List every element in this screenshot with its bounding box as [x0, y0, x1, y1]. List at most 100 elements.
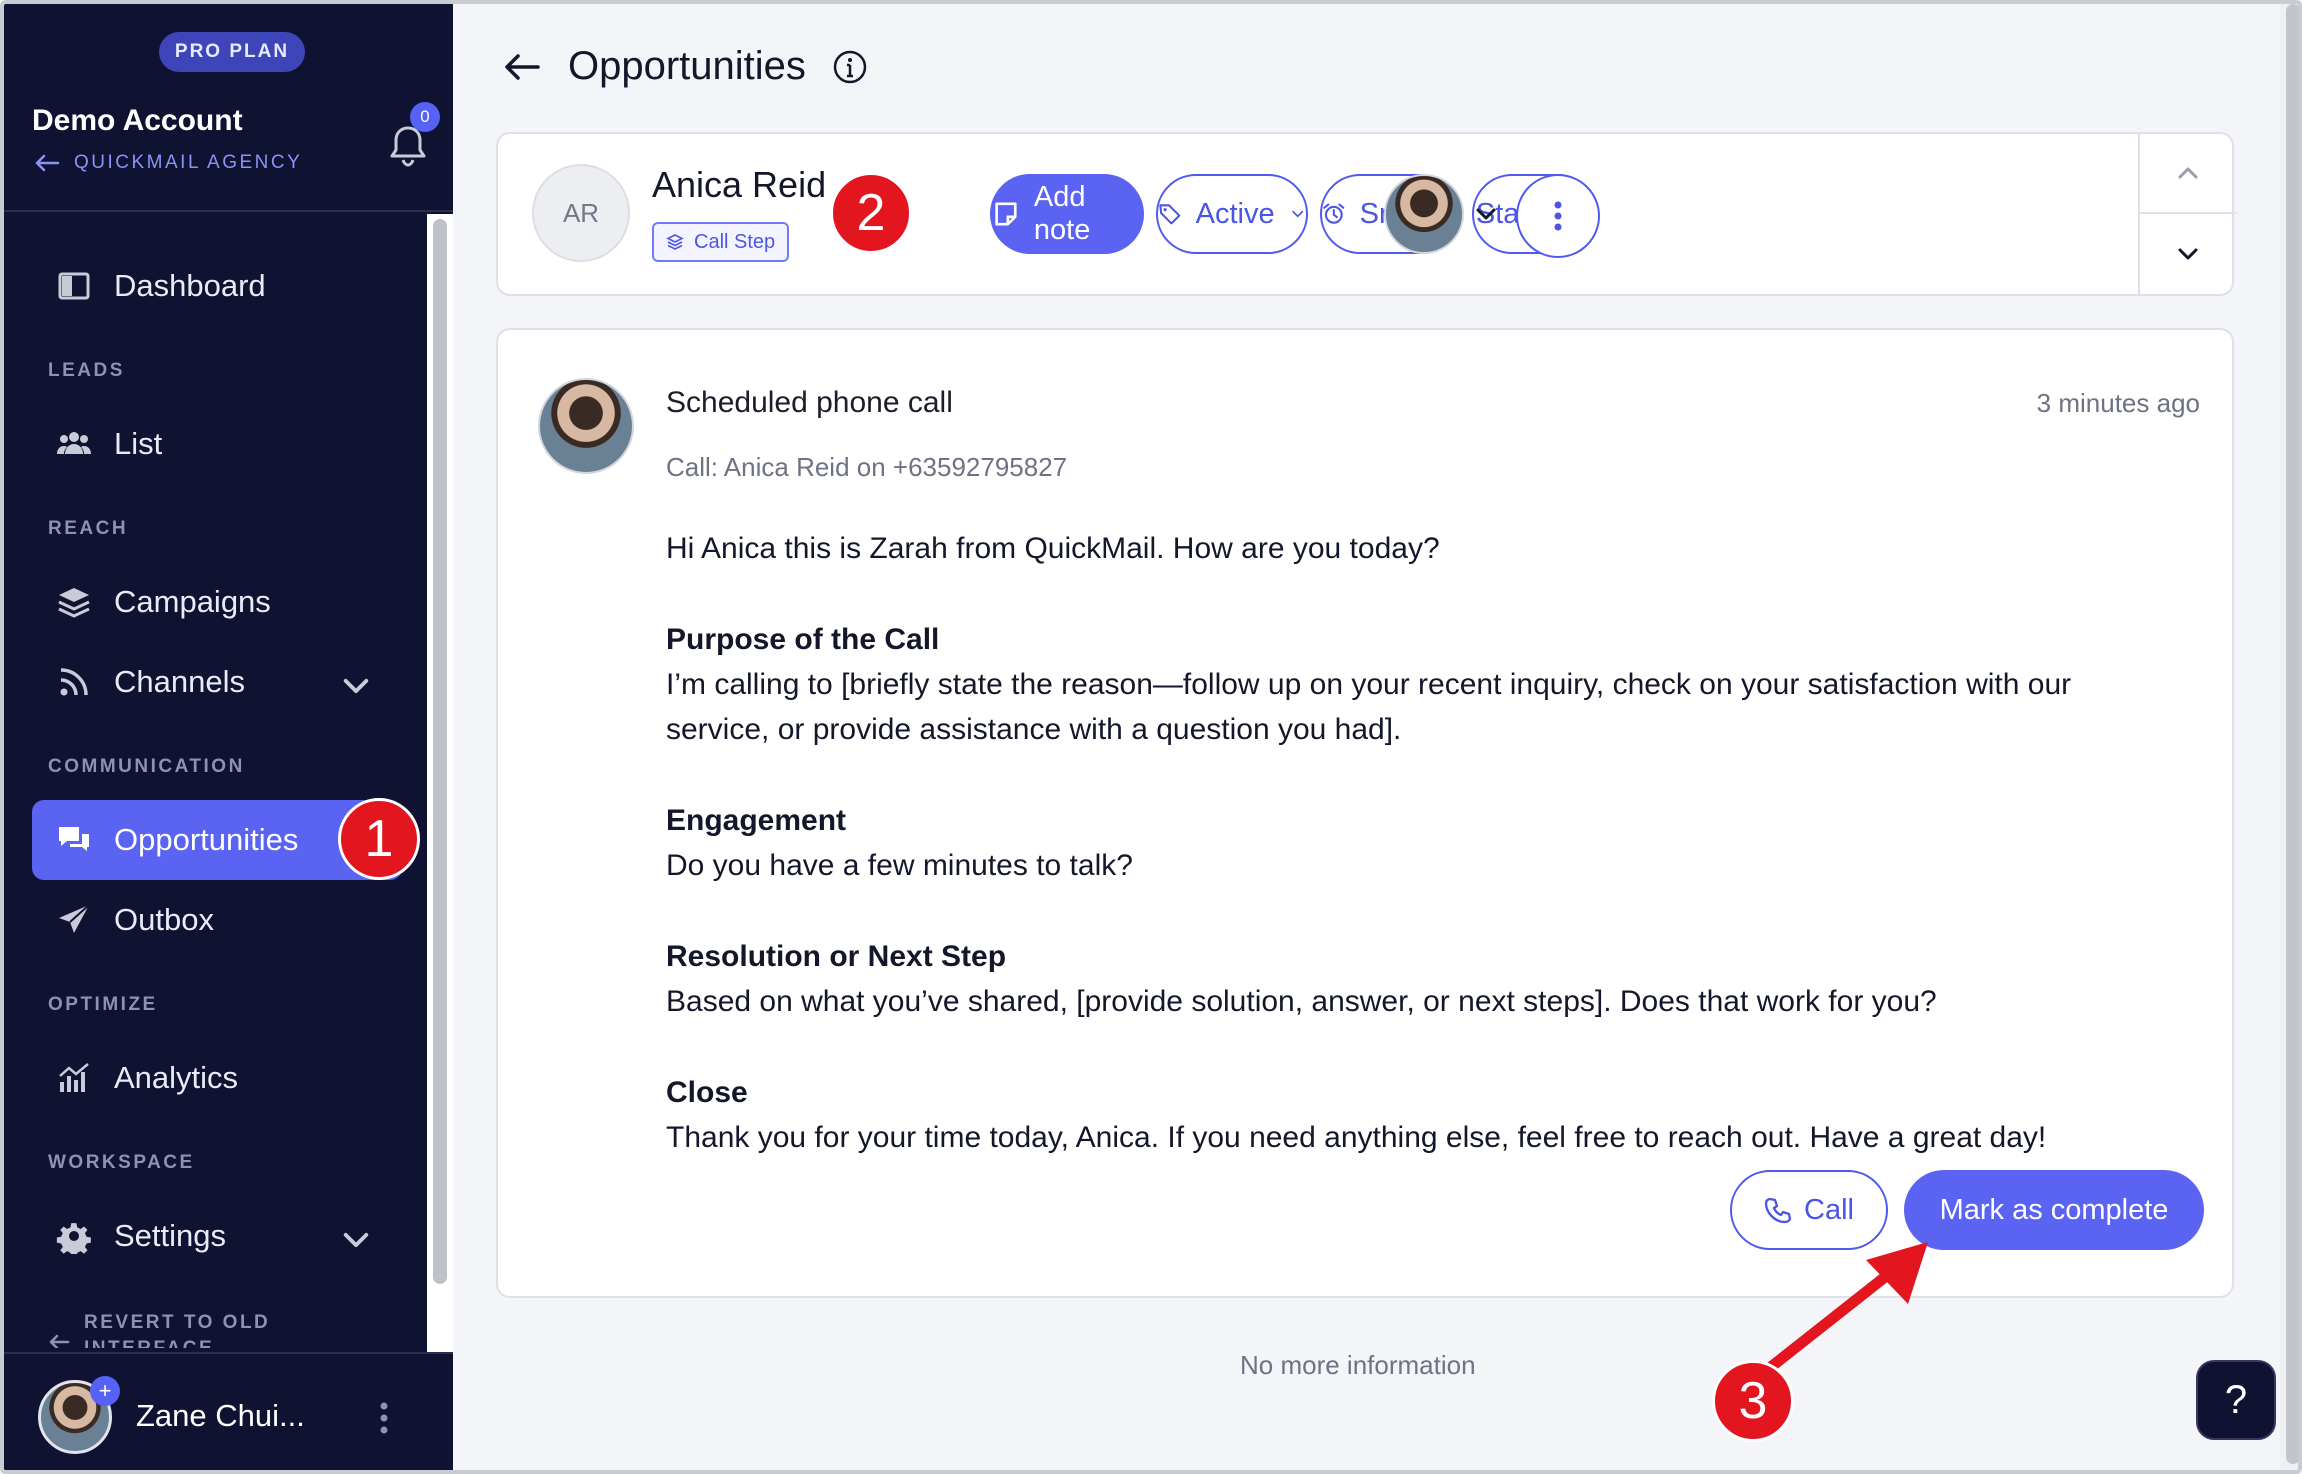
chevron-down-icon: [2178, 248, 2198, 260]
next-record-button[interactable]: [2140, 214, 2236, 294]
script-purpose: Purpose of the Call I’m calling to [brie…: [666, 617, 2166, 752]
user-footer: + Zane Chui...: [4, 1352, 453, 1470]
chevron-down-icon[interactable]: [338, 1222, 374, 1258]
contact-header-card: AR Anica Reid Call Step Add note Active …: [496, 132, 2236, 296]
note-icon: [995, 202, 1017, 226]
activity-title: Scheduled phone call: [666, 386, 953, 419]
activity-subtitle: Call: Anica Reid on +63592795827: [666, 452, 1068, 482]
notification-count-badge: 0: [410, 102, 440, 132]
layers-icon: [58, 588, 90, 618]
user-name[interactable]: Zane Chui...: [136, 1398, 305, 1434]
sidebar-item-channels[interactable]: Channels: [32, 642, 402, 722]
script-heading: Resolution or Next Step: [666, 940, 1007, 973]
chat-icon: [59, 827, 89, 851]
no-more-information: No more information: [1240, 1350, 1476, 1380]
back-arrow-icon[interactable]: [502, 47, 542, 87]
section-label-workspace: WORKSPACE: [48, 1152, 195, 1173]
plan-badge: PRO PLAN: [159, 32, 305, 72]
kebab-menu-icon: [1554, 201, 1562, 231]
app-window: PRO PLAN Demo Account QUICKMAIL AGENCY 0…: [0, 0, 2302, 1474]
section-label-optimize: OPTIMIZE: [48, 994, 158, 1015]
script-heading: Close: [666, 1076, 748, 1109]
dashboard-icon: [58, 272, 90, 300]
active-label: Active: [1195, 197, 1275, 230]
script-resolution: Resolution or Next Step Based on what yo…: [666, 934, 2166, 1024]
help-button[interactable]: ?: [2196, 1360, 2276, 1440]
script-text: I’m calling to [briefly state the reason…: [666, 668, 2072, 746]
mark-as-complete-button[interactable]: Mark as complete: [1904, 1170, 2204, 1250]
info-icon[interactable]: [832, 49, 868, 85]
arrow-left-icon: [49, 1334, 70, 1348]
active-tag-dropdown[interactable]: Active: [1156, 174, 1308, 254]
add-note-label: Add note: [1033, 181, 1091, 246]
avatar: [538, 378, 634, 474]
call-step-tag: Call Step: [652, 222, 790, 262]
script-text: Based on what you’ve shared, [provide so…: [666, 985, 1937, 1018]
arrow-left-icon: [35, 154, 60, 172]
sidebar-item-label: Channels: [114, 664, 245, 699]
users-icon: [57, 432, 91, 454]
sidebar-item-label: Settings: [114, 1218, 227, 1253]
sidebar-item-analytics[interactable]: Analytics: [32, 1038, 402, 1118]
sidebar-item-campaigns[interactable]: Campaigns: [32, 562, 402, 642]
script-engagement: Engagement Do you have a few minutes to …: [666, 798, 2166, 888]
sidebar-item-label: Outbox: [114, 902, 214, 937]
script-text: Thank you for your time today, Anica. If…: [666, 1121, 2047, 1154]
script-heading: Engagement: [666, 804, 847, 837]
page-header: Opportunities: [502, 44, 868, 89]
main-scrollbar-thumb[interactable]: [2286, 4, 2298, 1464]
step-marker-2: 2: [830, 172, 912, 254]
record-navigation: [2138, 134, 2236, 294]
owner-avatar[interactable]: [1384, 174, 1464, 254]
revert-label: REVERT TO OLD INTERFACE: [84, 1312, 271, 1348]
account-name[interactable]: Demo Account: [32, 104, 243, 138]
contact-name[interactable]: Anica Reid: [652, 164, 826, 206]
script-greeting: Hi Anica this is Zarah from QuickMail. H…: [666, 532, 1440, 565]
add-user-badge[interactable]: +: [90, 1376, 120, 1406]
section-label-communication: COMMUNICATION: [48, 756, 245, 777]
tag-icon: [1159, 204, 1181, 225]
paper-plane-icon: [59, 904, 90, 933]
sidebar-item-dashboard[interactable]: Dashboard: [32, 246, 402, 326]
sidebar-item-list[interactable]: List: [32, 404, 402, 484]
analytics-icon: [59, 1063, 89, 1092]
step-marker-3: 3: [1712, 1360, 1794, 1442]
main-scrollbar[interactable]: [2280, 4, 2298, 1470]
add-note-button[interactable]: Add note: [990, 174, 1144, 254]
alarm-clock-icon: [1323, 203, 1345, 224]
page-title: Opportunities: [568, 44, 806, 88]
sidebar-item-outbox[interactable]: Outbox: [32, 880, 402, 960]
sidebar-item-settings[interactable]: Settings: [32, 1196, 402, 1276]
kebab-menu-icon[interactable]: [376, 1398, 392, 1438]
script-close: Close Thank you for your time today, Ani…: [666, 1070, 2166, 1160]
gear-icon: [56, 1223, 91, 1254]
sidebar-item-label: Opportunities: [114, 822, 299, 857]
previous-record-button[interactable]: [2140, 134, 2236, 214]
call-script: Hi Anica this is Zarah from QuickMail. H…: [666, 526, 2166, 1206]
section-label-leads: LEADS: [48, 360, 125, 381]
call-step-label: Call Step: [694, 230, 776, 253]
revert-to-old-interface-link[interactable]: REVERT TO OLD INTERFACE: [48, 1310, 408, 1348]
step-marker-1: 1: [338, 798, 420, 880]
sidebar-header: PRO PLAN Demo Account QUICKMAIL AGENCY 0: [4, 4, 453, 212]
agency-name: QUICKMAIL AGENCY: [74, 152, 303, 173]
layers-icon: [666, 234, 684, 250]
chevron-up-icon: [2178, 167, 2198, 179]
chevron-down-icon: [1291, 210, 1303, 218]
sidebar-item-label: Analytics: [114, 1060, 239, 1095]
script-text: Do you have a few minutes to talk?: [666, 849, 1133, 882]
more-options-button[interactable]: [1516, 174, 1600, 258]
activity-card: Scheduled phone call 3 minutes ago Call:…: [496, 328, 2234, 1298]
agency-link[interactable]: QUICKMAIL AGENCY: [34, 152, 302, 174]
rss-icon: [60, 668, 88, 696]
chevron-down-icon[interactable]: [1472, 200, 1500, 228]
sidebar: PRO PLAN Demo Account QUICKMAIL AGENCY 0…: [4, 4, 453, 1470]
sidebar-item-label: Campaigns: [114, 584, 271, 619]
phone-icon: [1764, 1197, 1792, 1224]
chevron-down-icon[interactable]: [338, 668, 374, 704]
sidebar-item-label: Dashboard: [114, 268, 266, 303]
call-label: Call: [1804, 1193, 1854, 1226]
script-heading: Purpose of the Call: [666, 623, 940, 656]
sidebar-scrollbar-thumb[interactable]: [433, 219, 447, 1284]
sidebar-item-label: List: [114, 426, 163, 461]
